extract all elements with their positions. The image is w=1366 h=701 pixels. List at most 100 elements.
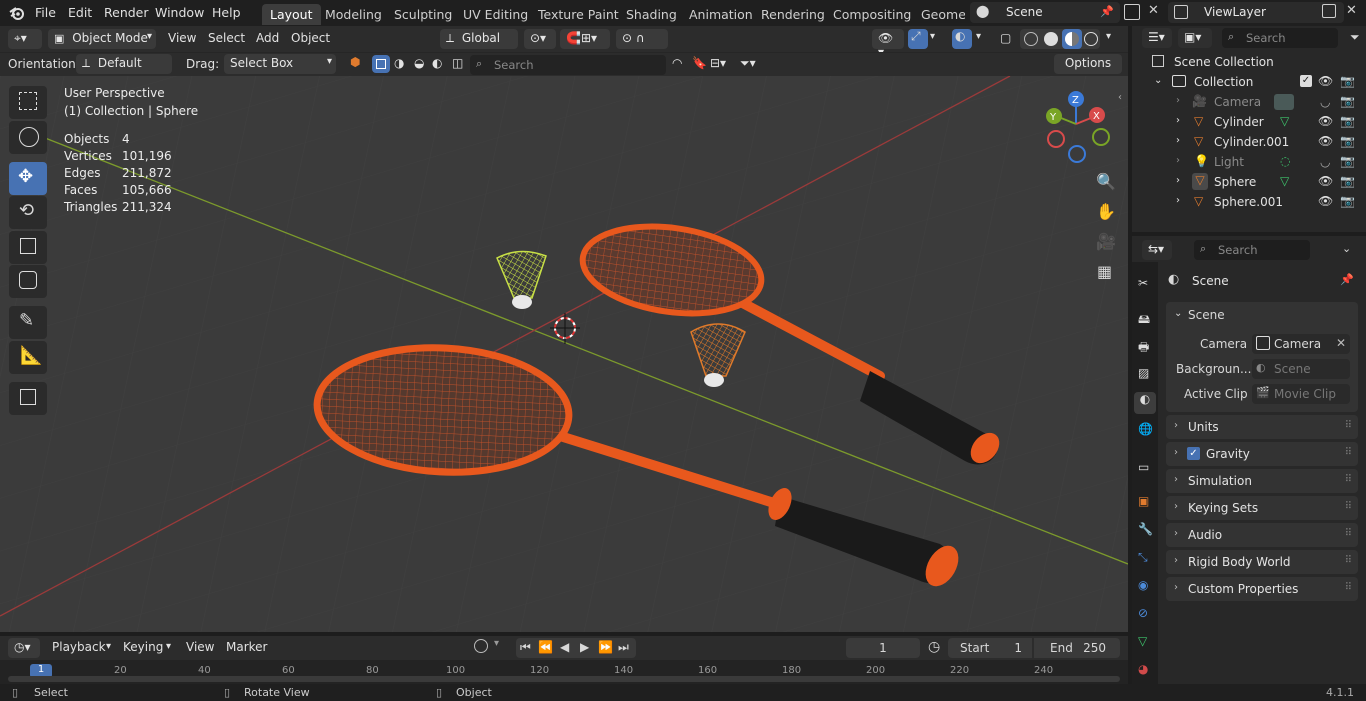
collection-checkbox[interactable]: ✓ (1300, 75, 1312, 87)
menu-view[interactable]: View (168, 31, 196, 45)
mesh-data-icon[interactable]: ▽ (1280, 174, 1289, 188)
select-invert-icon[interactable]: ◐ (432, 56, 442, 70)
tab-texture-paint[interactable]: Texture Paint (530, 4, 627, 25)
3d-viewport[interactable]: Z X Y ✥ ⟲ ✎ 📐 User Perspective (1) Colle… (0, 76, 1128, 632)
chevron-down-icon[interactable]: ⌄ (1342, 242, 1351, 255)
editor-type-button[interactable]: ⌖▾ (8, 29, 42, 49)
outliner-item-cylinder[interactable]: › ▽ Cylinder ▽ 👁 📷 (1132, 112, 1366, 132)
audio-panel[interactable]: › Audio ⠿ (1166, 523, 1358, 547)
remove-scene-icon[interactable]: ✕ (1148, 3, 1159, 18)
tool-add-cube[interactable] (9, 382, 47, 415)
marker-menu[interactable]: Marker (226, 640, 267, 654)
render-tab-icon[interactable]: 🖴 (1138, 310, 1150, 331)
pin-icon[interactable]: 📌 (1340, 273, 1354, 286)
drag-handle-icon[interactable]: ⠿ (1345, 582, 1352, 593)
menu-file[interactable]: File (35, 5, 56, 20)
jump-start-icon[interactable]: ⏮ (520, 640, 531, 655)
tool-tab-icon[interactable]: ✂ (1138, 276, 1148, 290)
tool-annotate[interactable]: ✎ (9, 306, 47, 339)
menu-help[interactable]: Help (212, 5, 241, 20)
modifier-tab-icon[interactable]: 🔧 (1138, 522, 1153, 536)
camera-render-icon[interactable]: 📷 (1340, 174, 1355, 188)
tool-transform[interactable] (9, 265, 47, 298)
transform-orientation-dropdown[interactable]: ⟂ Global (440, 29, 518, 49)
filter-icon[interactable]: ⏷▾ (740, 56, 756, 71)
camera-field[interactable]: Camera ✕ (1252, 334, 1350, 354)
outliner-scene-collection[interactable]: Scene Collection (1132, 52, 1366, 72)
drag-dropdown[interactable]: Select Box ▾ (224, 54, 336, 74)
scene-selector[interactable]: ⬤ Scene 📌 (970, 2, 1120, 23)
outliner-item-sphere-001[interactable]: › ▽ Sphere.001 👁 📷 (1132, 192, 1366, 212)
tab-geometry-nodes[interactable]: Geomet (913, 4, 965, 25)
pivot-point-dropdown[interactable]: ⊙▾ (524, 29, 556, 49)
bookmark-icon[interactable]: 🔖 (692, 56, 707, 70)
clear-icon[interactable]: ✕ (1336, 336, 1346, 350)
tool-rotate[interactable]: ⟲ (9, 196, 47, 229)
gizmo-toggle[interactable]: ⤢ (908, 29, 928, 49)
drag-handle-icon[interactable]: ⠿ (1345, 447, 1352, 458)
properties-editor-type[interactable]: ⇆▾ (1142, 240, 1172, 260)
simulation-panel[interactable]: › Simulation ⠿ (1166, 469, 1358, 493)
proportional-edit-dropdown[interactable]: ⊙ ∩ (616, 29, 668, 49)
rigid-body-world-panel[interactable]: › Rigid Body World ⠿ (1166, 550, 1358, 574)
properties-search-input[interactable]: ⌕ Search (1194, 240, 1310, 260)
start-frame-field[interactable]: Start 1 (948, 638, 1032, 658)
menu-select[interactable]: Select (208, 31, 245, 45)
outliner-item-cylinder-001[interactable]: › ▽ Cylinder.001 👁 📷 (1132, 132, 1366, 152)
gizmo-chevron-icon[interactable]: ▾ (930, 31, 935, 42)
background-scene-field[interactable]: ◐ Scene (1252, 359, 1350, 379)
wireframe-shading-icon[interactable] (1024, 32, 1038, 46)
filter-icon[interactable]: ⏷ (1350, 30, 1360, 45)
camera-render-icon[interactable]: 📷 (1340, 134, 1355, 148)
tab-rendering[interactable]: Rendering (753, 4, 833, 25)
outliner-item-camera[interactable]: › 🎥 Camera ◡ 📷 (1132, 92, 1366, 112)
auto-key-icon[interactable] (474, 639, 488, 653)
light-data-icon[interactable]: ◌ (1280, 154, 1290, 168)
overlays-toggle[interactable]: ◐ (952, 29, 972, 49)
collection-tab-icon[interactable]: ▭ (1138, 460, 1149, 474)
auto-key-chevron-icon[interactable]: ▾ (494, 638, 499, 649)
constraints-tab-icon[interactable]: ⊘ (1138, 606, 1148, 620)
mesh-data-icon[interactable]: ▽ (1280, 114, 1289, 128)
view-layer-selector[interactable]: ViewLayer (1168, 2, 1344, 23)
tool-measure[interactable]: 📐 (9, 341, 47, 374)
layout-icon[interactable]: ⊟▾ (710, 56, 726, 70)
current-frame-field[interactable]: 1 (846, 638, 920, 658)
timeline-view-menu[interactable]: View (186, 640, 214, 654)
gravity-checkbox[interactable]: ✓ (1187, 447, 1200, 460)
filter-toggle-icon[interactable]: ◠ (672, 56, 682, 70)
drag-handle-icon[interactable]: ⠿ (1345, 420, 1352, 431)
sidebar-toggle-icon[interactable]: ‹ (1118, 92, 1122, 103)
object-tab-icon[interactable]: ▣ (1138, 494, 1149, 508)
display-mode-dropdown[interactable]: ▣▾ (1178, 28, 1212, 48)
camera-view-icon[interactable]: 🎥 (1096, 232, 1116, 251)
tool-scale[interactable] (9, 231, 47, 264)
outliner-collection[interactable]: ⌄ Collection ✓ 👁 📷 (1132, 72, 1366, 92)
units-panel[interactable]: › Units ⠿ (1166, 415, 1358, 439)
outliner-search-input[interactable]: ⌕ Search (1222, 28, 1338, 48)
physics-tab-icon[interactable]: ◉ (1138, 578, 1148, 592)
material-shading-button[interactable] (1062, 29, 1082, 49)
end-frame-field[interactable]: End 250 (1034, 638, 1120, 658)
menu-object[interactable]: Object (291, 31, 330, 45)
timeline-editor-type[interactable]: ◷▾ (8, 638, 40, 658)
solid-shading-icon[interactable] (1044, 32, 1058, 46)
output-tab-icon[interactable]: 🖶 (1138, 338, 1149, 359)
cube-icon[interactable]: ⬢ (350, 55, 360, 69)
jump-keyframe-back-icon[interactable]: ⏪ (538, 640, 553, 654)
remove-view-layer-icon[interactable]: ✕ (1346, 3, 1357, 18)
tab-modeling[interactable]: Modeling (317, 4, 390, 25)
keying-sets-panel[interactable]: › Keying Sets ⠿ (1166, 496, 1358, 520)
tool-cursor[interactable] (9, 121, 47, 154)
tab-sculpting[interactable]: Sculpting (386, 4, 460, 25)
tab-compositing[interactable]: Compositing (825, 4, 919, 25)
pin-icon[interactable]: 📌 (1100, 5, 1114, 18)
xray-icon[interactable]: ▢ (1000, 31, 1011, 45)
data-tab-icon[interactable]: ▽ (1138, 634, 1147, 648)
blender-logo-icon[interactable] (8, 4, 26, 22)
orientation-dropdown[interactable]: ⟂ Default (76, 54, 172, 74)
eye-closed-icon[interactable]: ◡ (1320, 95, 1330, 109)
eye-icon[interactable]: 👁 (1318, 134, 1333, 148)
new-scene-icon[interactable] (1124, 4, 1140, 20)
menu-edit[interactable]: Edit (68, 5, 92, 20)
